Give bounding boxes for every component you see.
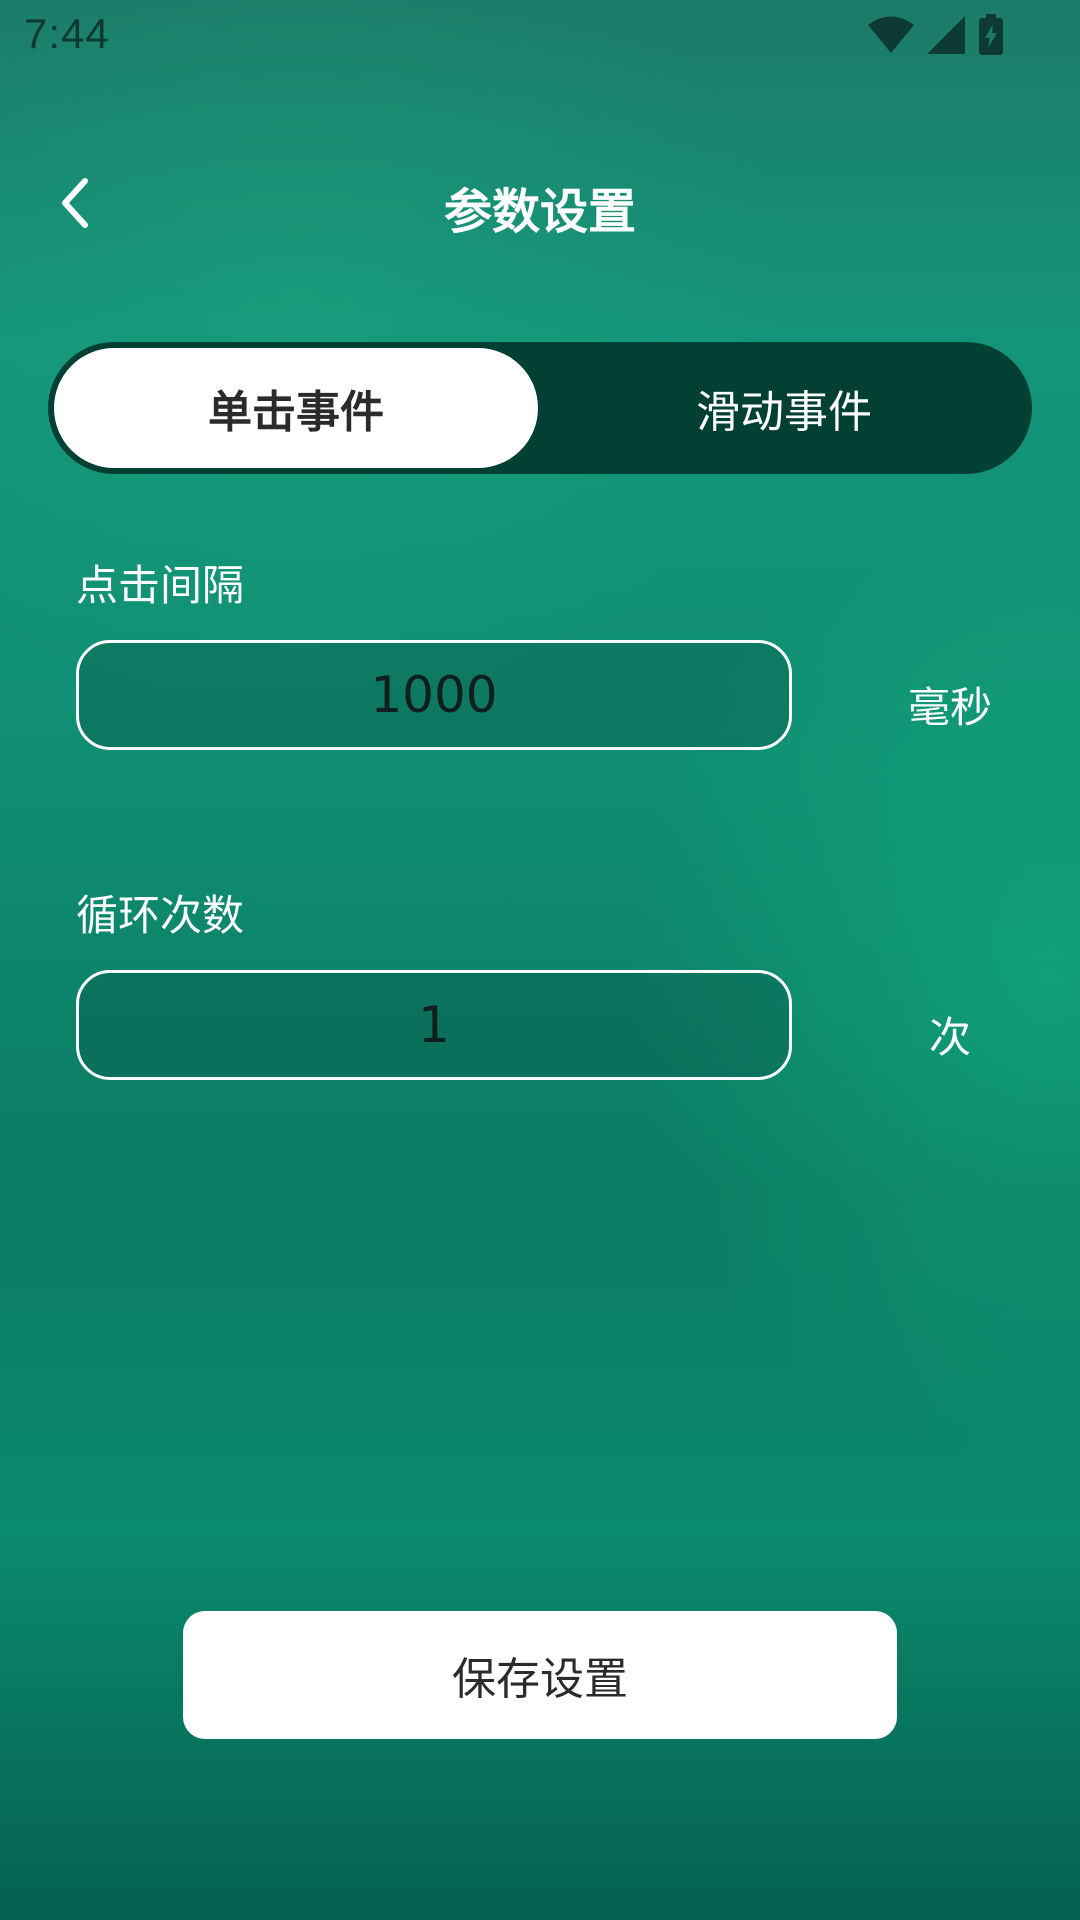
cellular-signal-icon <box>926 15 966 55</box>
tab-click-event[interactable]: 单击事件 <box>54 348 538 468</box>
save-settings-button[interactable]: 保存设置 <box>183 1611 897 1739</box>
click-interval-unit: 毫秒 <box>907 683 992 732</box>
page-title: 参数设置 <box>443 184 636 240</box>
status-time: 7:44 <box>24 10 110 57</box>
status-icons <box>868 14 1004 56</box>
loop-count-unit: 次 <box>928 1013 971 1062</box>
click-interval-label: 点击间隔 <box>76 561 245 610</box>
tab-swipe-event[interactable]: 滑动事件 <box>542 348 1026 468</box>
wifi-icon <box>868 16 914 54</box>
loop-count-input[interactable] <box>79 973 789 1077</box>
battery-charging-icon <box>978 14 1004 56</box>
click-interval-input[interactable] <box>79 643 789 747</box>
header: 参数设置 <box>0 150 1080 260</box>
event-type-segmented-control: 单击事件 滑动事件 <box>48 342 1032 474</box>
loop-count-label: 循环次数 <box>76 891 245 940</box>
status-bar: 7:44 <box>0 0 1080 72</box>
click-interval-field <box>76 640 792 750</box>
loop-count-field <box>76 970 792 1080</box>
